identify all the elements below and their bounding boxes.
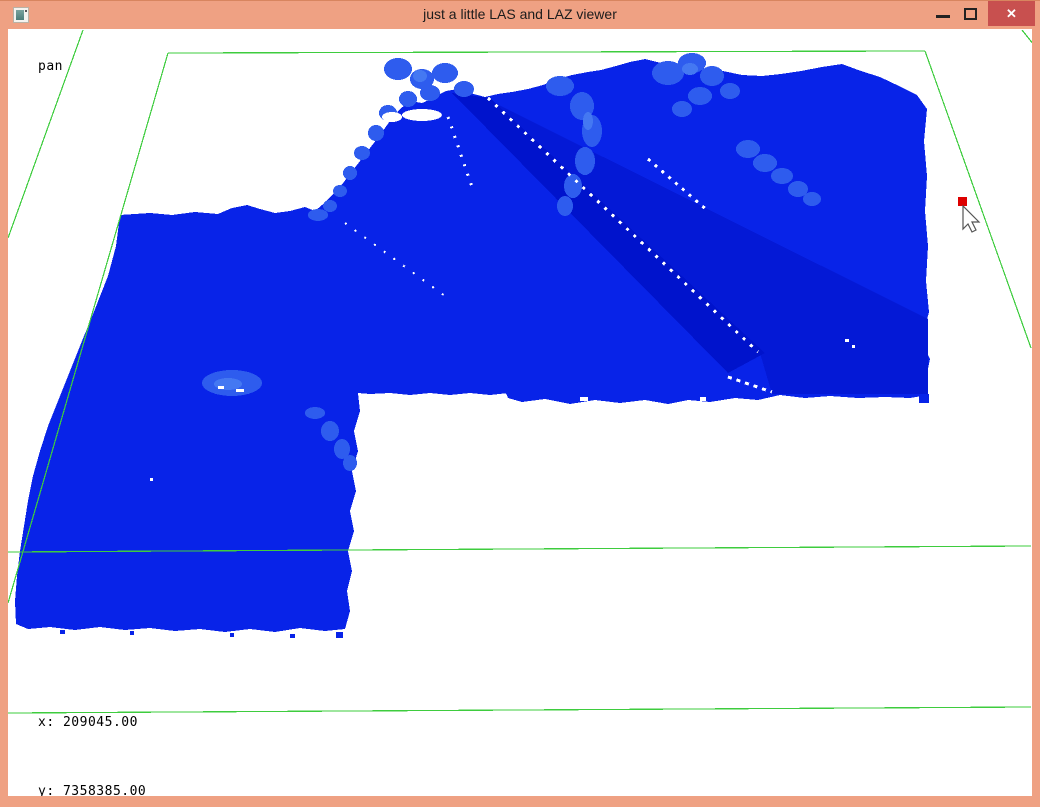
interaction-mode-label: pan xyxy=(38,59,63,74)
minimize-button[interactable] xyxy=(936,15,950,18)
close-button[interactable]: ✕ xyxy=(988,1,1035,26)
maximize-button[interactable] xyxy=(964,8,977,20)
status-readout: x: 209045.00 y: 7358385.00 z: 388.55 int… xyxy=(38,665,371,796)
window-title: just a little LAS and LAZ viewer xyxy=(0,1,1040,29)
status-y: y: 7358385.00 xyxy=(38,780,371,796)
pick-marker-icon xyxy=(958,197,967,206)
app-window: just a little LAS and LAZ viewer ✕ xyxy=(0,0,1040,807)
point-cloud xyxy=(15,53,930,638)
viewport-canvas[interactable]: pan x: 209045.00 y: 7358385.00 z: 388.55… xyxy=(8,29,1032,796)
arrow-cursor-icon xyxy=(963,206,979,232)
status-x: x: 209045.00 xyxy=(38,711,371,734)
cursor xyxy=(958,197,979,232)
title-bar[interactable]: just a little LAS and LAZ viewer ✕ xyxy=(0,1,1040,29)
